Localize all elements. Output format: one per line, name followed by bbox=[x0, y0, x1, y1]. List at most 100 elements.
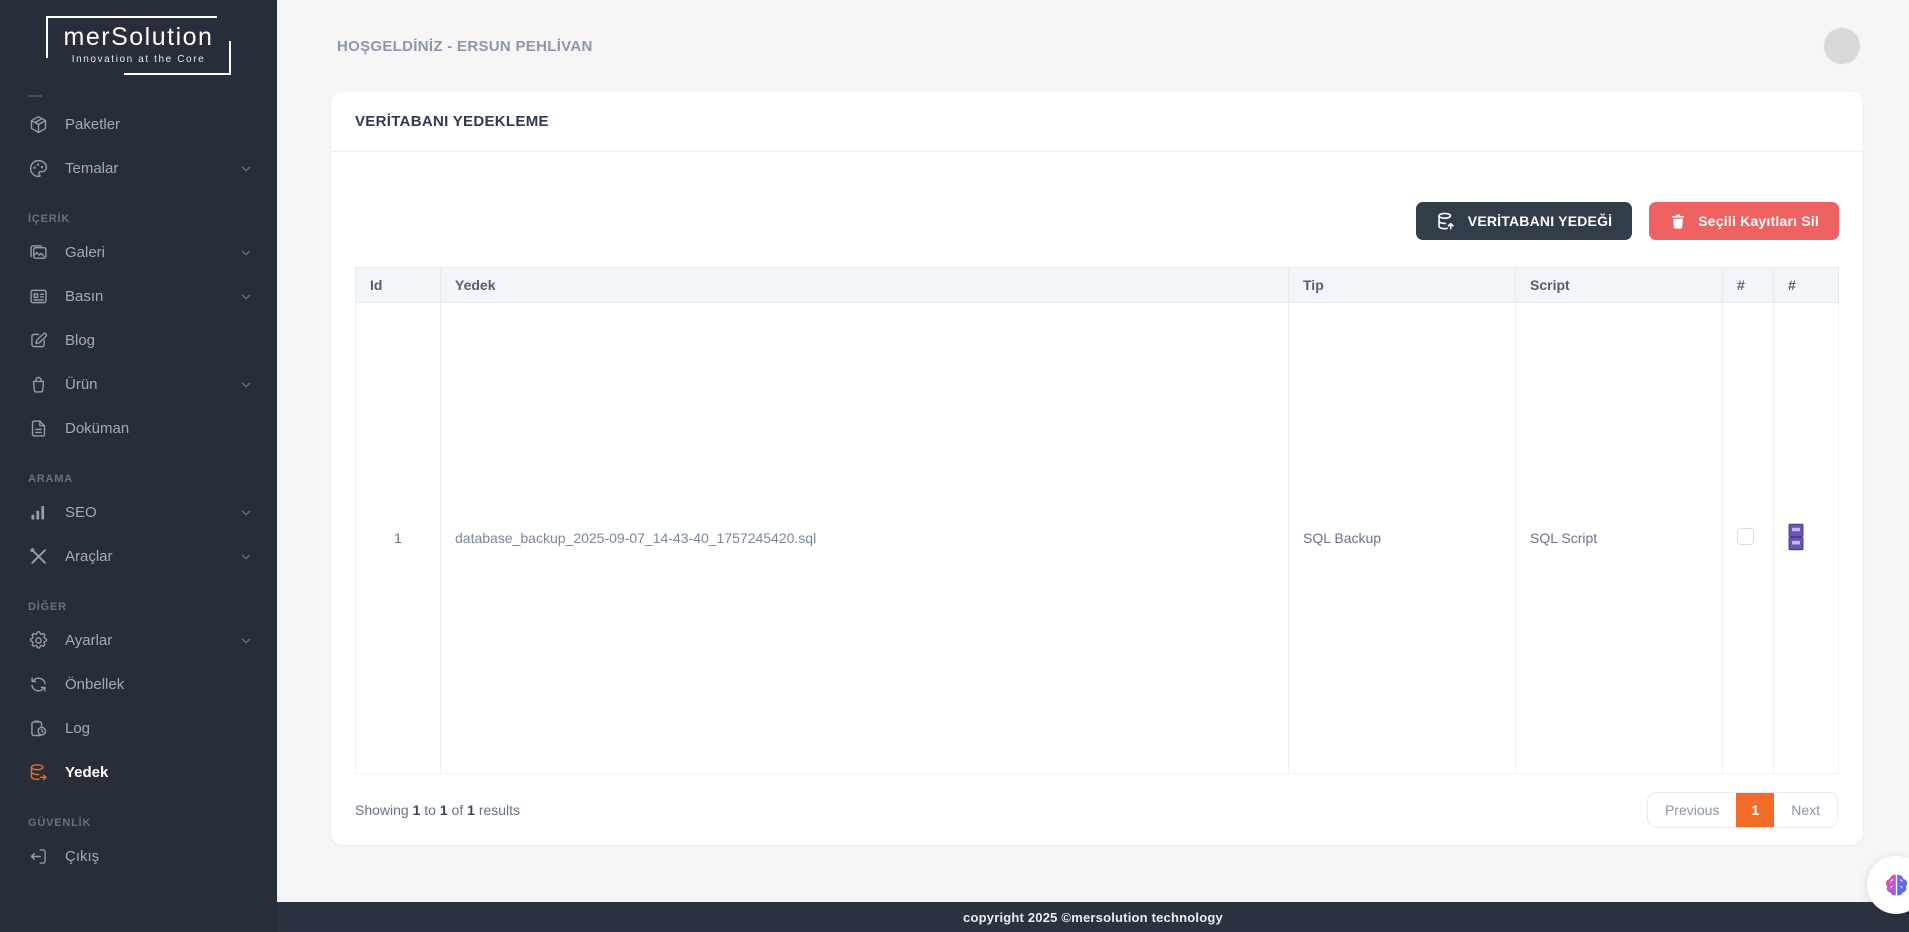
chevron-down-icon bbox=[239, 634, 253, 648]
delete-selected-button[interactable]: Seçili Kayıtları Sil bbox=[1649, 202, 1839, 240]
sidebar-item-label: SEO bbox=[65, 504, 97, 521]
page-title: VERİTABANI YEDEKLEME bbox=[355, 113, 1839, 130]
card-header: VERİTABANI YEDEKLEME bbox=[331, 92, 1863, 152]
trash-icon bbox=[1669, 212, 1687, 231]
summary-total: 1 bbox=[467, 802, 475, 818]
brand-logo: merSolution Innovation at the Core bbox=[0, 0, 277, 81]
sidebar-item-basin[interactable]: Basın bbox=[0, 275, 277, 319]
content: VERİTABANI YEDEKLEME VERİTABANI YEDEĞİ S… bbox=[277, 92, 1909, 902]
column-header-select: # bbox=[1723, 268, 1774, 303]
cell-backup-file: database_backup_2025-09-07_14-43-40_1757… bbox=[441, 303, 1289, 774]
pagination-page-1[interactable]: 1 bbox=[1736, 793, 1774, 827]
summary-text: to bbox=[424, 802, 436, 818]
sidebar-item-galeri[interactable]: Galeri bbox=[0, 231, 277, 275]
sidebar-section-icerik: İÇERİK bbox=[0, 191, 277, 231]
sidebar-item-label: Önbellek bbox=[65, 676, 124, 693]
chevron-down-icon bbox=[239, 506, 253, 520]
shopping-bag-icon bbox=[28, 374, 49, 395]
database-backup-button-label: VERİTABANI YEDEĞİ bbox=[1468, 213, 1612, 229]
summary-to: 1 bbox=[440, 802, 448, 818]
sidebar-item-label: Ürün bbox=[65, 376, 98, 393]
database-backup-button[interactable]: VERİTABANI YEDEĞİ bbox=[1416, 202, 1632, 240]
cell-id: 1 bbox=[356, 303, 441, 774]
sidebar-item-yedek[interactable]: Yedek bbox=[0, 751, 277, 795]
sidebar-item-label: Log bbox=[65, 720, 90, 737]
palette-icon bbox=[28, 158, 49, 179]
package-icon bbox=[28, 114, 49, 135]
sidebar-item-label: Araçlar bbox=[65, 548, 113, 565]
sidebar: merSolution Innovation at the Core Paket… bbox=[0, 0, 277, 932]
copyright-text: copyright 2025 ©mersolution technology bbox=[963, 910, 1223, 925]
column-header-yedek: Yedek bbox=[441, 268, 1289, 303]
sidebar-item-onbellek[interactable]: Önbellek bbox=[0, 663, 277, 707]
tools-icon bbox=[28, 546, 49, 567]
cell-script: SQL Script bbox=[1516, 303, 1723, 774]
logout-icon bbox=[28, 846, 49, 867]
sidebar-item-paketler[interactable]: Paketler bbox=[0, 103, 277, 147]
actions-row: VERİTABANI YEDEĞİ Seçili Kayıtları Sil bbox=[355, 202, 1839, 240]
sidebar-item-log[interactable]: Log bbox=[0, 707, 277, 751]
brain-icon bbox=[1883, 873, 1909, 898]
app-root: merSolution Innovation at the Core Paket… bbox=[0, 0, 1909, 932]
gear-icon bbox=[28, 630, 49, 651]
sidebar-item-araclar[interactable]: Araçlar bbox=[0, 535, 277, 579]
database-upload-icon bbox=[1436, 211, 1457, 232]
page-footer: copyright 2025 ©mersolution technology bbox=[277, 902, 1909, 932]
chart-bars-icon bbox=[28, 502, 49, 523]
refresh-icon bbox=[28, 674, 49, 695]
chevron-down-icon bbox=[239, 246, 253, 260]
sidebar-item-label: Ayarlar bbox=[65, 632, 112, 649]
sidebar-item-label: Basın bbox=[65, 288, 103, 305]
results-summary: Showing 1 to 1 of 1 results bbox=[355, 802, 520, 818]
file-cabinet-icon bbox=[1788, 523, 1804, 551]
gallery-icon bbox=[28, 242, 49, 263]
row-checkbox[interactable] bbox=[1737, 528, 1754, 545]
summary-text: of bbox=[452, 802, 464, 818]
column-header-script: Script bbox=[1516, 268, 1723, 303]
logo-frame-bottom-right bbox=[124, 41, 232, 75]
chevron-down-icon bbox=[239, 550, 253, 564]
cell-select bbox=[1723, 303, 1774, 774]
chevron-down-icon bbox=[239, 378, 253, 392]
table-row: 1 database_backup_2025-09-07_14-43-40_17… bbox=[356, 303, 1839, 774]
column-header-tip: Tip bbox=[1289, 268, 1516, 303]
backup-table-wrap: Id Yedek Tip Script # # 1 bbox=[355, 267, 1839, 828]
summary-from: 1 bbox=[413, 802, 421, 818]
sidebar-item-blog[interactable]: Blog bbox=[0, 319, 277, 363]
sidebar-item-label: Galeri bbox=[65, 244, 105, 261]
card-body: VERİTABANI YEDEĞİ Seçili Kayıtları Sil bbox=[331, 152, 1863, 828]
database-icon bbox=[28, 762, 49, 783]
pagination-previous-button[interactable]: Previous bbox=[1648, 793, 1736, 827]
clipboard-clock-icon bbox=[28, 718, 49, 739]
sidebar-item-urun[interactable]: Ürün bbox=[0, 363, 277, 407]
pagination-next-button[interactable]: Next bbox=[1774, 793, 1837, 827]
sidebar-item-seo[interactable]: SEO bbox=[0, 491, 277, 535]
sidebar-item-cikis[interactable]: Çıkış bbox=[0, 835, 277, 879]
sidebar-item-temalar[interactable]: Temalar bbox=[0, 147, 277, 191]
sidebar-item-label: Blog bbox=[65, 332, 95, 349]
sidebar-item-label: Paketler bbox=[65, 116, 120, 133]
file-icon bbox=[28, 418, 49, 439]
main-area: HOŞGELDİNİZ - ERSUN PEHLİVAN VERİTABANI … bbox=[277, 0, 1909, 932]
topbar: HOŞGELDİNİZ - ERSUN PEHLİVAN bbox=[277, 0, 1909, 92]
table-footer: Showing 1 to 1 of 1 results Previous 1 bbox=[355, 792, 1838, 828]
sidebar-item-ayarlar[interactable]: Ayarlar bbox=[0, 619, 277, 663]
cell-tip: SQL Backup bbox=[1289, 303, 1516, 774]
sidebar-item-dokuman[interactable]: Doküman bbox=[0, 407, 277, 451]
delete-selected-button-label: Seçili Kayıtları Sil bbox=[1698, 213, 1819, 229]
summary-text: Showing bbox=[355, 802, 409, 818]
download-backup-button[interactable] bbox=[1788, 523, 1804, 551]
backup-card: VERİTABANI YEDEKLEME VERİTABANI YEDEĞİ S… bbox=[331, 92, 1863, 845]
sidebar-item-label: Doküman bbox=[65, 420, 129, 437]
column-header-action: # bbox=[1774, 268, 1839, 303]
cell-action bbox=[1774, 303, 1839, 774]
column-header-id: Id bbox=[356, 268, 441, 303]
sidebar-divider bbox=[28, 95, 42, 97]
profile-avatar-button[interactable] bbox=[1824, 28, 1860, 64]
sidebar-section-arama: ARAMA bbox=[0, 451, 277, 491]
sidebar-item-label: Temalar bbox=[65, 160, 118, 177]
sidebar-item-label: Yedek bbox=[65, 764, 108, 781]
sidebar-item-label: Çıkış bbox=[65, 848, 99, 865]
sidebar-section-guvenlik: GÜVENLİK bbox=[0, 795, 277, 835]
summary-text: results bbox=[479, 802, 520, 818]
